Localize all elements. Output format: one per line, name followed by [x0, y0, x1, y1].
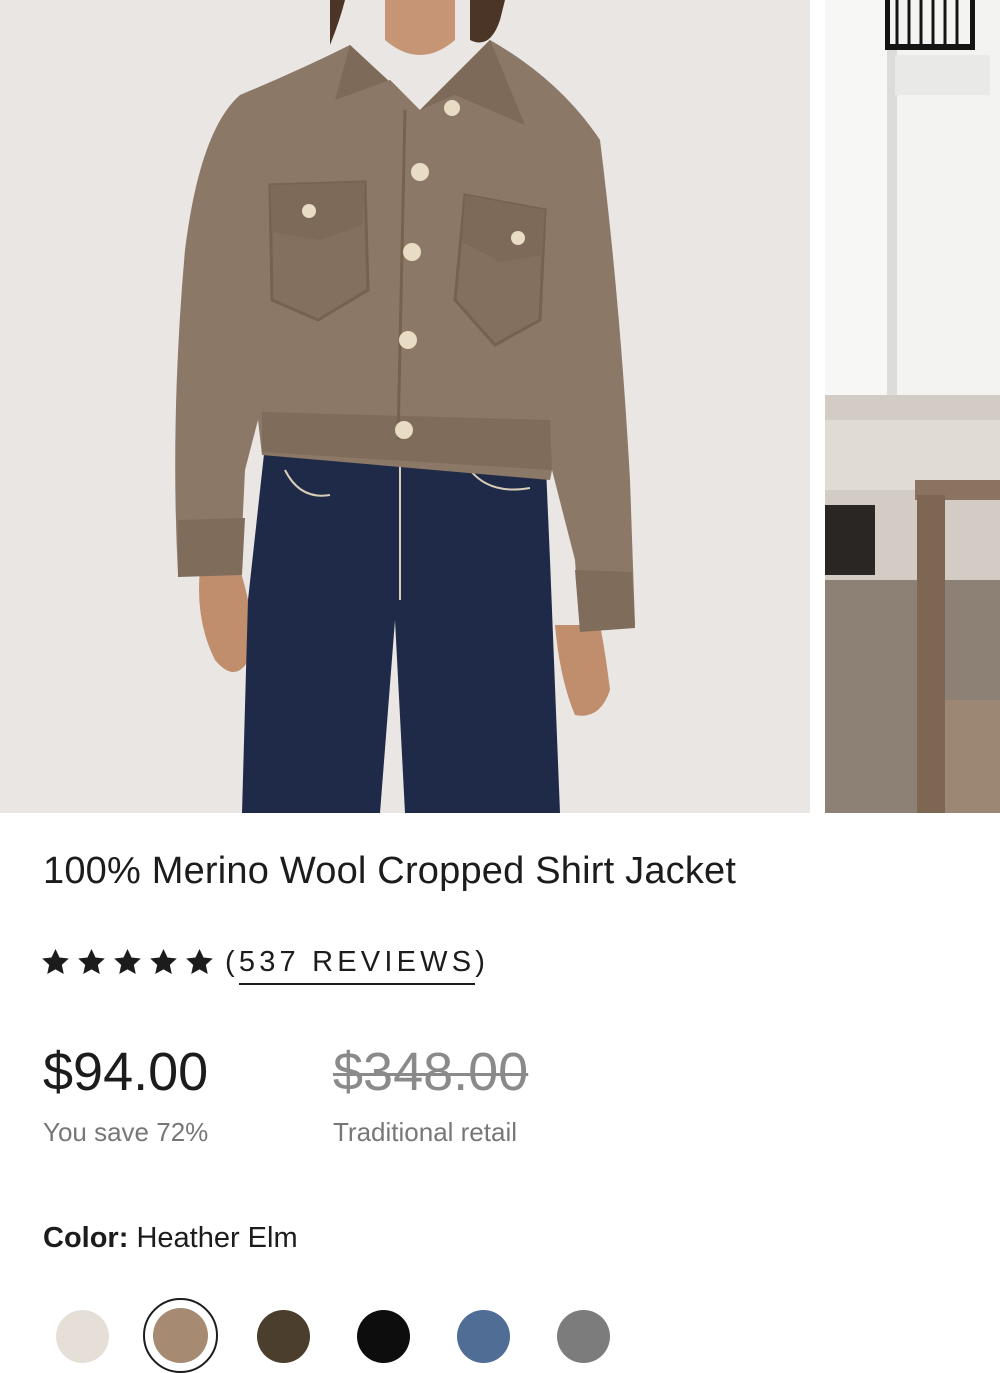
original-price-label: Traditional retail [333, 1116, 518, 1147]
reviews-paren-close: ) [475, 945, 490, 978]
star-rating [40, 947, 215, 978]
product-image-next[interactable] [825, 0, 1000, 813]
swatch-heather-elm-selected[interactable] [143, 1298, 218, 1373]
star-icon [186, 948, 213, 974]
swatch-blue[interactable] [457, 1310, 510, 1363]
star-icon [42, 948, 69, 974]
swatch-dark-brown[interactable] [257, 1310, 310, 1363]
swatch-cream[interactable] [56, 1310, 109, 1363]
color-swatches [0, 1298, 1000, 1373]
reviews-count[interactable]: 537 REVIEWS [238, 946, 476, 985]
original-price: $348.00 [333, 1042, 529, 1102]
reviews-paren-open: ( [225, 945, 239, 978]
star-icon [150, 948, 177, 974]
star-icon [114, 948, 141, 974]
product-image-main[interactable] [0, 0, 810, 813]
current-price-block: $94.00 You save 72% [43, 1040, 208, 1148]
color-selection: Color: Heather Elm [43, 1222, 298, 1255]
color-label: Color: [43, 1222, 129, 1254]
current-price: $94.00 [43, 1042, 209, 1102]
original-price-block: $348.00 Traditional retail [333, 1040, 528, 1148]
product-title: 100% Merino Wool Cropped Shirt Jacket [43, 850, 737, 892]
swatch-black[interactable] [357, 1310, 410, 1363]
rating-row: (537 REVIEWS) [40, 938, 489, 986]
reviews-link[interactable]: (537 REVIEWS) [225, 940, 489, 985]
swatch-heather-elm-fill [153, 1308, 208, 1363]
product-image-gallery[interactable] [0, 0, 1000, 813]
star-icon [78, 948, 105, 974]
savings-text: You save 72% [43, 1116, 209, 1147]
color-value: Heather Elm [136, 1222, 298, 1254]
swatch-gray[interactable] [557, 1310, 610, 1363]
